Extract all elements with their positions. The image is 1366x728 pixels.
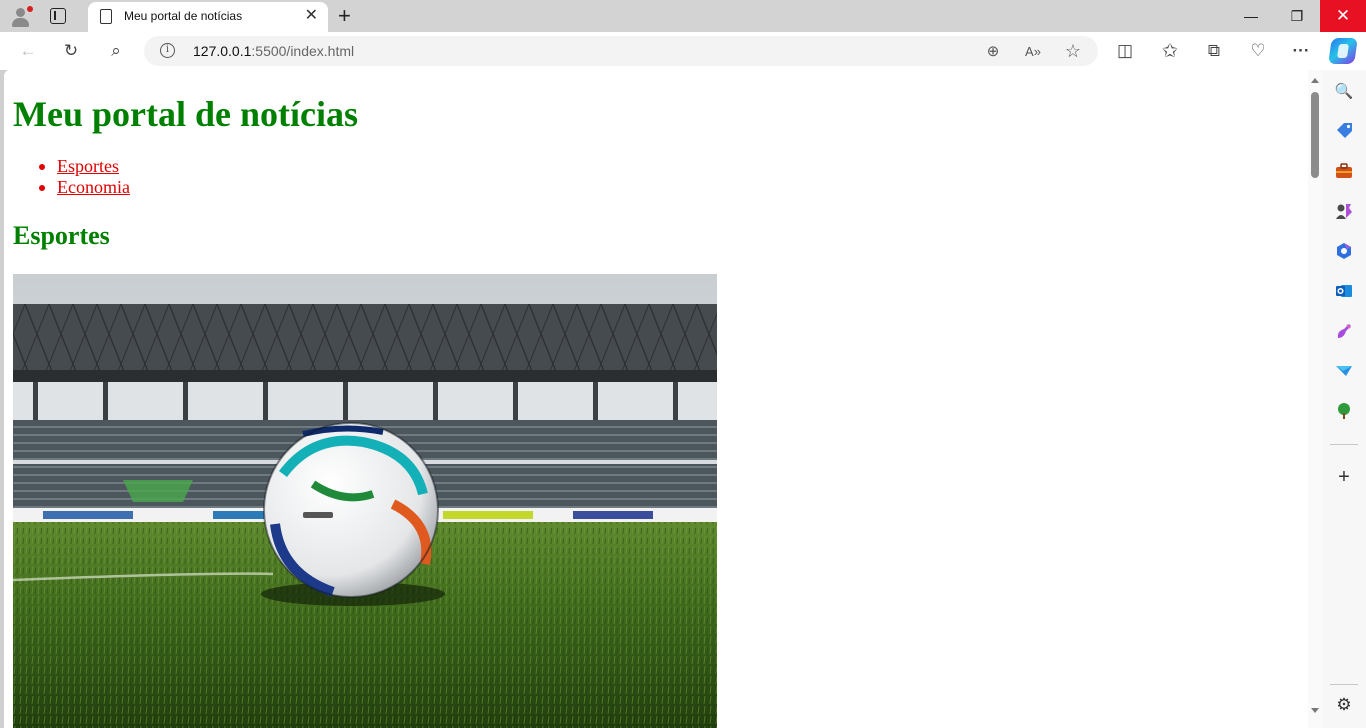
copilot-icon[interactable] bbox=[1328, 38, 1358, 64]
sidebar-search-icon[interactable]: 🔍 bbox=[1333, 80, 1355, 102]
page-title: Meu portal de notícias bbox=[13, 94, 358, 134]
nav-list: Esportes Economia bbox=[13, 156, 130, 198]
close-window-button[interactable]: ✕ bbox=[1320, 0, 1366, 32]
edge-sidebar: 🔍 + ⚙ bbox=[1322, 70, 1366, 728]
split-screen-icon[interactable]: ◫ bbox=[1113, 39, 1137, 63]
add-icon[interactable]: + bbox=[1333, 466, 1355, 488]
browser-essentials-icon[interactable]: ♡ bbox=[1246, 39, 1270, 63]
games-icon[interactable] bbox=[1333, 200, 1355, 222]
more-menu-icon[interactable]: ··· bbox=[1289, 39, 1313, 63]
drop-icon[interactable] bbox=[1333, 360, 1355, 382]
tab-close-icon[interactable]: ✕ bbox=[305, 6, 318, 26]
tab-actions-icon[interactable] bbox=[50, 8, 66, 24]
nav-item: Esportes bbox=[13, 156, 130, 177]
outlook-icon[interactable] bbox=[1333, 280, 1355, 302]
tree-icon[interactable] bbox=[1333, 400, 1355, 422]
profile-head bbox=[16, 8, 25, 17]
maximize-button[interactable]: ❐ bbox=[1274, 0, 1320, 32]
new-tab-button[interactable]: + bbox=[338, 3, 351, 29]
shopping-tag-icon[interactable] bbox=[1333, 120, 1355, 142]
reload-icon[interactable]: ↻ bbox=[59, 39, 83, 63]
search-icon[interactable]: ⌕ bbox=[104, 39, 128, 63]
url-path: :5500/index.html bbox=[251, 43, 355, 59]
scroll-thumb[interactable] bbox=[1311, 92, 1319, 178]
page-body: Meu portal de notícias Esportes Economia… bbox=[4, 70, 1308, 728]
notification-dot bbox=[27, 6, 33, 12]
zoom-icon[interactable]: ⊕ bbox=[982, 40, 1004, 62]
settings-icon[interactable]: ⚙ bbox=[1333, 694, 1355, 716]
designer-icon[interactable] bbox=[1333, 320, 1355, 342]
tab-active[interactable]: Meu portal de notícias ✕ bbox=[88, 2, 328, 32]
nav-link-esportes[interactable]: Esportes bbox=[57, 156, 119, 176]
browser-toolbar: ← ↻ ⌕ i 127.0.0.1:5500/index.html ⊕ A» ☆… bbox=[0, 32, 1366, 70]
nav-link-economia[interactable]: Economia bbox=[57, 177, 130, 197]
profile-avatar[interactable] bbox=[8, 4, 34, 28]
address-bar[interactable]: i 127.0.0.1:5500/index.html ⊕ A» ☆ bbox=[144, 36, 1098, 66]
soccer-ball-stadium-image bbox=[13, 274, 717, 728]
section-title: Esportes bbox=[13, 221, 110, 250]
tools-icon[interactable] bbox=[1333, 160, 1355, 182]
profile-body bbox=[12, 18, 29, 27]
back-icon[interactable]: ← bbox=[16, 39, 40, 63]
microsoft365-icon[interactable] bbox=[1333, 240, 1355, 262]
page-viewport: Meu portal de notícias Esportes Economia… bbox=[4, 70, 1322, 728]
stadium-illustration bbox=[13, 274, 717, 728]
scroll-down-icon[interactable] bbox=[1311, 708, 1319, 713]
page-icon bbox=[100, 9, 112, 24]
site-info-icon[interactable]: i bbox=[160, 43, 175, 58]
scroll-up-icon[interactable] bbox=[1311, 78, 1319, 83]
url-host: 127.0.0.1 bbox=[193, 43, 252, 59]
collections-icon[interactable]: ⧉ bbox=[1202, 39, 1226, 63]
title-bar: Meu portal de notícias ✕ + — ❐ ✕ bbox=[0, 0, 1366, 32]
favorite-star-icon[interactable]: ☆ bbox=[1062, 40, 1084, 62]
tab-title: Meu portal de notícias bbox=[124, 9, 243, 23]
read-aloud-icon[interactable]: A» bbox=[1022, 40, 1044, 62]
sidebar-divider bbox=[1330, 684, 1358, 685]
sidebar-divider bbox=[1330, 444, 1358, 445]
minimize-button[interactable]: — bbox=[1228, 0, 1274, 32]
nav-item: Economia bbox=[13, 177, 130, 198]
page-scrollbar[interactable] bbox=[1308, 70, 1322, 728]
favorites-icon[interactable]: ✩ bbox=[1158, 39, 1182, 63]
url-text[interactable]: 127.0.0.1:5500/index.html bbox=[193, 43, 354, 59]
